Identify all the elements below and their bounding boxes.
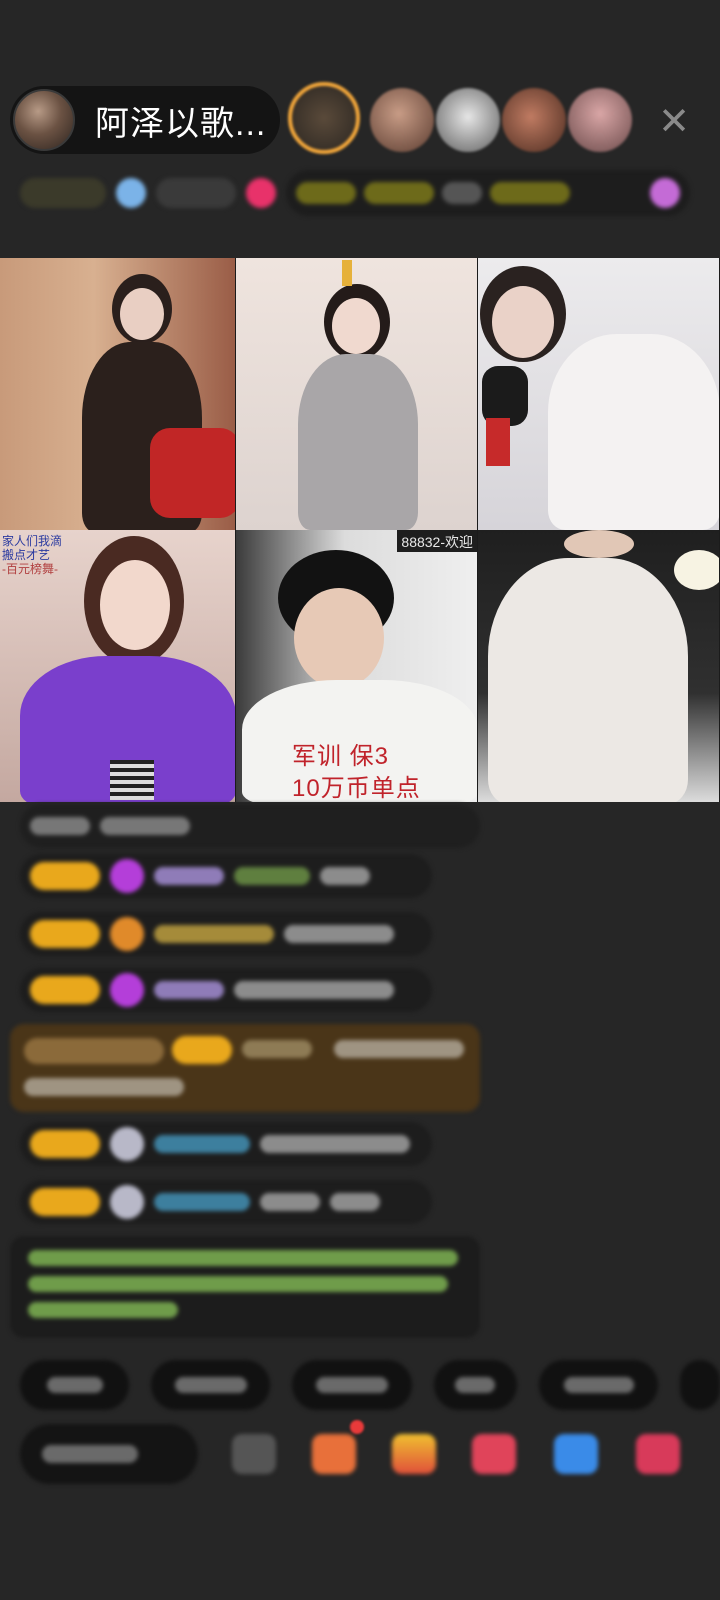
- video-tile[interactable]: 88832-欢迎 军训 保3 10万币单点: [236, 530, 478, 802]
- level-badge: [30, 976, 100, 1004]
- host-info-pill[interactable]: 阿泽以歌...: [10, 86, 280, 154]
- video-tile[interactable]: [236, 258, 478, 530]
- message-icon[interactable]: [554, 1434, 598, 1474]
- level-badge: [30, 1130, 100, 1158]
- quick-reply-chip[interactable]: [680, 1360, 720, 1410]
- rank-tag[interactable]: [156, 178, 236, 208]
- badge-icon: [110, 1127, 144, 1161]
- viewer-avatar[interactable]: [436, 88, 500, 152]
- chat-input[interactable]: [20, 1424, 198, 1484]
- promo-text: 军训 保3: [292, 743, 390, 770]
- quick-reply-chip[interactable]: [292, 1360, 412, 1410]
- gift-rank-icon[interactable]: [116, 178, 146, 208]
- hot-tag[interactable]: [20, 178, 106, 208]
- multi-host-video-grid: 家人们我滴 搬点才艺 -百元榜舞- 88832-欢迎 军训 保3 10万币单点: [0, 258, 720, 802]
- badge-icon: [110, 917, 144, 951]
- activity-ticker[interactable]: [286, 170, 690, 216]
- chat-message[interactable]: [20, 912, 432, 956]
- quick-reply-chip[interactable]: [539, 1360, 659, 1410]
- room-info-strip: [20, 170, 690, 216]
- live-badge-icon: [246, 178, 276, 208]
- gift-highlight-message[interactable]: [10, 1024, 480, 1112]
- emoji-icon[interactable]: [232, 1434, 276, 1474]
- badge-icon: [110, 1185, 144, 1219]
- gift-icon[interactable]: [636, 1434, 680, 1474]
- chat-message[interactable]: [20, 1122, 432, 1166]
- viewer-avatar[interactable]: [370, 88, 434, 152]
- game-icon[interactable]: [472, 1434, 516, 1474]
- level-badge: [30, 862, 100, 890]
- overlay-caption: -百元榜舞-: [2, 562, 58, 576]
- close-icon[interactable]: ✕: [652, 100, 696, 144]
- gift-box-icon[interactable]: [312, 1434, 356, 1474]
- diamond-icon: [110, 859, 144, 893]
- viewer-avatar[interactable]: [568, 88, 632, 152]
- host-avatar[interactable]: [13, 89, 75, 151]
- level-badge: [30, 1188, 100, 1216]
- video-tile[interactable]: [0, 258, 236, 530]
- quick-reply-chip[interactable]: [151, 1360, 271, 1410]
- overlay-caption: 搬点才艺: [2, 548, 51, 562]
- level-badge: [30, 920, 100, 948]
- tile-corner-label: 88832-欢迎: [397, 530, 477, 552]
- overlay-caption: 家人们我滴: [2, 534, 63, 548]
- video-tile[interactable]: [478, 258, 720, 530]
- room-notice: [10, 1236, 480, 1338]
- quick-reply-chip[interactable]: [20, 1360, 130, 1410]
- viewer-avatar[interactable]: [502, 88, 566, 152]
- video-tile[interactable]: [478, 530, 720, 802]
- host-name: 阿泽以歌...: [95, 104, 267, 143]
- quick-reply-bar: [20, 1360, 720, 1410]
- video-tile[interactable]: 家人们我滴 搬点才艺 -百元榜舞-: [0, 530, 236, 802]
- chat-message[interactable]: [20, 1180, 432, 1224]
- treasure-icon[interactable]: [392, 1434, 436, 1474]
- chat-message[interactable]: [20, 968, 432, 1012]
- diamond-icon: [110, 973, 144, 1007]
- quick-reply-chip[interactable]: [433, 1360, 518, 1410]
- promo-text: 10万币单点: [292, 775, 421, 802]
- top-viewer-avatar[interactable]: [288, 82, 360, 154]
- chat-system-message: [20, 804, 480, 848]
- notification-dot-icon: [350, 1420, 364, 1434]
- chat-message[interactable]: [20, 854, 432, 898]
